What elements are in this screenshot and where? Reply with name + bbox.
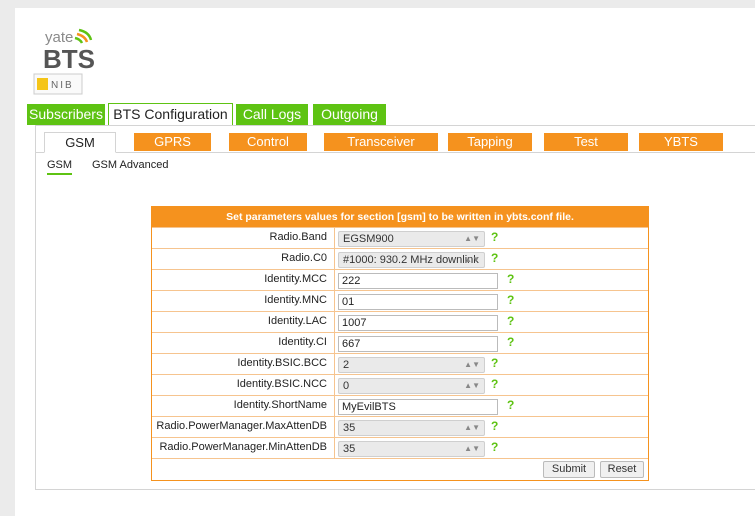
min-atten-db-select[interactable]: 35 ▲▼: [338, 441, 485, 457]
help-icon[interactable]: ?: [491, 417, 498, 435]
help-icon[interactable]: ?: [507, 291, 514, 309]
identity-shortname-input[interactable]: [338, 399, 498, 415]
section-tab-label: Test: [574, 134, 598, 149]
field-label: Identity.MNC: [152, 291, 335, 311]
help-icon[interactable]: ?: [491, 438, 498, 456]
form-row: Identity.LAC ?: [152, 311, 648, 332]
gsm-settings-form: Set parameters values for section [gsm] …: [151, 206, 649, 481]
subsection-tab-gsm-advanced[interactable]: GSM Advanced: [92, 158, 168, 172]
tab-label: Outgoing: [321, 106, 378, 122]
select-arrows-icon: ▲▼: [464, 234, 480, 243]
section-tab-label: Control: [247, 134, 289, 149]
tab-label: Call Logs: [242, 106, 302, 122]
radio-c0-select[interactable]: #1000: 930.2 MHz downlink ▲▼: [338, 252, 485, 268]
tab-subscribers[interactable]: Subscribers: [27, 104, 105, 125]
select-value: EGSM900: [343, 233, 394, 245]
form-row: Identity.ShortName ?: [152, 395, 648, 416]
help-icon[interactable]: ?: [507, 333, 514, 351]
select-value: 35: [343, 443, 356, 455]
select-value: 0: [343, 380, 350, 392]
field-label: Radio.C0: [152, 249, 335, 269]
form-header: Set parameters values for section [gsm] …: [152, 207, 648, 227]
page: yate BTS NIB Subscribers BTS Configurati…: [15, 8, 755, 516]
section-tab-test[interactable]: Test: [544, 133, 628, 151]
help-icon[interactable]: ?: [491, 249, 498, 267]
field-label: Identity.MCC: [152, 270, 335, 290]
section-tab-control[interactable]: Control: [229, 133, 307, 151]
max-atten-db-select[interactable]: 35 ▲▼: [338, 420, 485, 436]
help-icon[interactable]: ?: [491, 354, 498, 372]
section-tab-gprs[interactable]: GPRS: [134, 133, 211, 151]
section-tab-label: Transceiver: [347, 134, 415, 149]
identity-mnc-input[interactable]: [338, 294, 498, 310]
select-value: 2: [343, 359, 350, 371]
form-row: Radio.PowerManager.MinAttenDB 35 ▲▼ ?: [152, 437, 648, 458]
help-icon[interactable]: ?: [491, 375, 498, 393]
field-label: Identity.BSIC.BCC: [152, 354, 335, 374]
reset-button[interactable]: Reset: [600, 461, 644, 478]
field-label: Radio.Band: [152, 228, 335, 248]
section-tab-gsm[interactable]: GSM: [44, 132, 116, 153]
logo-nib-text: NIB: [51, 80, 74, 91]
form-row: Radio.C0 #1000: 930.2 MHz downlink ▲▼ ?: [152, 248, 648, 269]
field-label: Identity.BSIC.NCC: [152, 375, 335, 395]
identity-ci-input[interactable]: [338, 336, 498, 352]
field-label: Radio.PowerManager.MaxAttenDB: [152, 417, 335, 437]
tab-outgoing[interactable]: Outgoing: [313, 104, 386, 125]
subsection-tab-gsm[interactable]: GSM: [47, 158, 73, 175]
select-value: #1000: 930.2 MHz downlink: [343, 254, 479, 266]
tab-label: Subscribers: [29, 106, 103, 122]
field-label: Radio.PowerManager.MinAttenDB: [152, 438, 335, 458]
select-arrows-icon: ▲▼: [464, 423, 480, 432]
main-nav-tabs: Subscribers BTS Configuration Call Logs …: [27, 103, 755, 126]
section-tab-label: GPRS: [154, 134, 191, 149]
radio-band-select[interactable]: EGSM900 ▲▼: [338, 231, 485, 247]
identity-lac-input[interactable]: [338, 315, 498, 331]
help-icon[interactable]: ?: [507, 312, 514, 330]
form-row: Identity.BSIC.NCC 0 ▲▼ ?: [152, 374, 648, 395]
help-icon[interactable]: ?: [491, 228, 498, 246]
section-tab-label: Tapping: [467, 134, 513, 149]
form-row: Radio.Band EGSM900 ▲▼ ?: [152, 227, 648, 248]
field-label: Identity.CI: [152, 333, 335, 353]
form-actions-row: Submit Reset: [152, 458, 648, 480]
form-row: Identity.BSIC.BCC 2 ▲▼ ?: [152, 353, 648, 374]
help-icon[interactable]: ?: [507, 396, 514, 414]
form-row: Identity.MCC ?: [152, 269, 648, 290]
yatebts-logo: yate BTS NIB: [33, 28, 95, 95]
logo-bts-text: BTS: [43, 44, 95, 74]
tab-call-logs[interactable]: Call Logs: [236, 104, 308, 125]
identity-bsic-bcc-select[interactable]: 2 ▲▼: [338, 357, 485, 373]
identity-bsic-ncc-select[interactable]: 0 ▲▼: [338, 378, 485, 394]
tab-bts-configuration[interactable]: BTS Configuration: [108, 103, 233, 126]
section-tab-label: YBTS: [664, 134, 698, 149]
select-arrows-icon: ▲▼: [464, 381, 480, 390]
form-row: Radio.PowerManager.MaxAttenDB 35 ▲▼ ?: [152, 416, 648, 437]
section-tabs: GSM GPRS Control Transceiver Tapping Tes…: [36, 132, 755, 153]
section-tab-ybts[interactable]: YBTS: [639, 133, 723, 151]
submit-button[interactable]: Submit: [543, 461, 595, 478]
field-label: Identity.LAC: [152, 312, 335, 332]
select-arrows-icon: ▲▼: [464, 360, 480, 369]
field-label: Identity.ShortName: [152, 396, 335, 416]
section-tab-transceiver[interactable]: Transceiver: [324, 133, 438, 151]
select-arrows-icon: ▲▼: [464, 444, 480, 453]
select-arrows-icon: ▲▼: [464, 255, 480, 264]
configuration-panel: GSM GPRS Control Transceiver Tapping Tes…: [35, 125, 755, 490]
form-row: Identity.MNC ?: [152, 290, 648, 311]
section-tab-label: GSM: [65, 135, 95, 150]
select-value: 35: [343, 422, 356, 434]
help-icon[interactable]: ?: [507, 270, 514, 288]
tab-label: BTS Configuration: [113, 106, 228, 122]
identity-mcc-input[interactable]: [338, 273, 498, 289]
form-row: Identity.CI ?: [152, 332, 648, 353]
section-tab-tapping[interactable]: Tapping: [448, 133, 532, 151]
